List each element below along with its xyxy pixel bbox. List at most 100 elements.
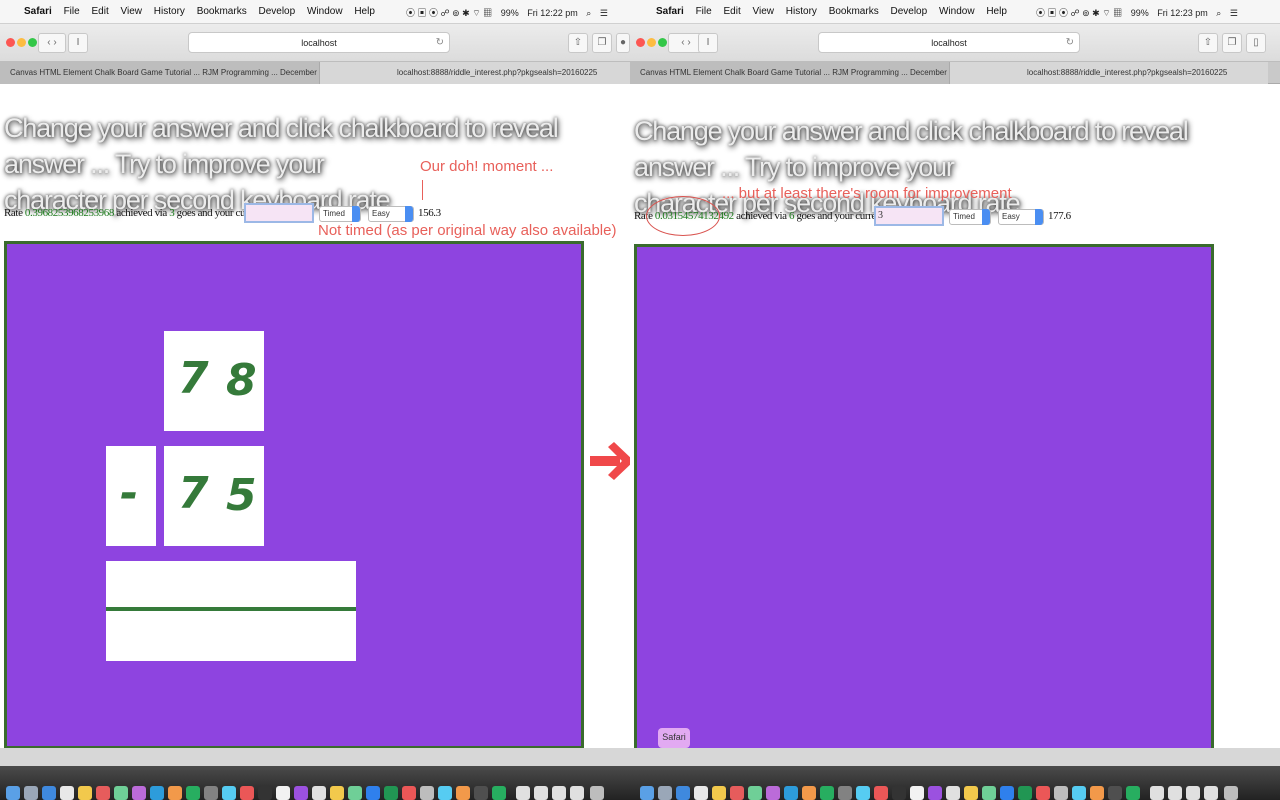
safari-icon[interactable] [42, 786, 56, 800]
difficulty-select[interactable]: Easy [368, 206, 414, 222]
menu-window[interactable]: Window [939, 6, 975, 17]
answer-input[interactable]: 3 [874, 206, 944, 226]
maps-icon[interactable] [748, 786, 762, 800]
tab-chalk-board-tutorial[interactable]: Canvas HTML Element Chalk Board Game Tut… [630, 62, 950, 84]
menu-bookmarks[interactable]: Bookmarks [197, 6, 247, 17]
minimize-window-icon[interactable] [17, 38, 26, 47]
calculator-icon[interactable] [312, 786, 326, 800]
vlc-icon[interactable] [330, 786, 344, 800]
show-tabs-icon[interactable]: ❐ [592, 33, 612, 53]
firefox-icon[interactable] [802, 786, 816, 800]
preview-icon[interactable] [294, 786, 308, 800]
messages-icon[interactable] [438, 786, 452, 800]
terminal-icon[interactable] [892, 786, 906, 800]
spotlight-icon[interactable]: ⌕ [1216, 8, 1221, 19]
share-icon[interactable]: ⇧ [568, 33, 588, 53]
desktop-stack-icon[interactable] [570, 786, 584, 800]
zoom-window-icon[interactable] [658, 38, 667, 47]
back-forward-button[interactable]: ‹ › [38, 33, 66, 53]
zoom-window-icon[interactable] [28, 38, 37, 47]
trash-icon[interactable] [590, 786, 604, 800]
word-icon[interactable] [1000, 786, 1014, 800]
menu-view[interactable]: View [121, 6, 143, 17]
status-icons[interactable]: ⦿ ▣ ⦿ ☍ ⊚ ✱ ⌔ ▦ [406, 6, 492, 19]
extension-icon[interactable]: ● [616, 33, 630, 53]
finder-icon[interactable] [6, 786, 20, 800]
tab-chalk-board-tutorial[interactable]: Canvas HTML Element Chalk Board Game Tut… [0, 62, 320, 84]
menu-file[interactable]: File [64, 6, 80, 17]
textedit-icon[interactable] [910, 786, 924, 800]
address-bar[interactable]: localhost ↻ [818, 32, 1080, 53]
xcode-icon[interactable] [856, 786, 870, 800]
chrome-icon[interactable] [186, 786, 200, 800]
activity-monitor-icon[interactable] [1108, 786, 1122, 800]
notes-icon[interactable] [78, 786, 92, 800]
clock[interactable]: Fri 12:23 pm [1157, 8, 1208, 18]
excel-icon[interactable] [384, 786, 398, 800]
chalkboard-canvas[interactable]: 7 8 - 7 5 [4, 241, 584, 749]
app-store-icon[interactable] [784, 786, 798, 800]
close-window-icon[interactable] [6, 38, 15, 47]
app-store-icon[interactable] [150, 786, 164, 800]
applications-stack-icon[interactable] [1186, 786, 1200, 800]
menu-app-name[interactable]: Safari [656, 6, 684, 17]
xcode-icon[interactable] [222, 786, 236, 800]
finder-icon[interactable] [640, 786, 654, 800]
launchpad-icon[interactable] [658, 786, 672, 800]
menu-window[interactable]: Window [307, 6, 343, 17]
trash-icon[interactable] [1224, 786, 1238, 800]
pages-icon[interactable] [456, 786, 470, 800]
powerpoint-icon[interactable] [402, 786, 416, 800]
sidebar-icon[interactable]: ▯ [1246, 33, 1266, 53]
mail-icon[interactable] [60, 786, 74, 800]
menu-history[interactable]: History [786, 6, 817, 17]
system-preferences-icon[interactable] [204, 786, 218, 800]
tab-localhost[interactable]: localhost:8888/riddle_interest.php?pkgse… [950, 62, 1268, 84]
powerpoint-icon[interactable] [1036, 786, 1050, 800]
itunes-icon[interactable] [766, 786, 780, 800]
clock[interactable]: Fri 12:22 pm [527, 8, 578, 18]
calculator-icon[interactable] [946, 786, 960, 800]
menu-edit[interactable]: Edit [91, 6, 108, 17]
activity-monitor-icon[interactable] [474, 786, 488, 800]
tab-localhost[interactable]: localhost:8888/riddle_interest.php?pkgse… [320, 62, 630, 84]
vlc-icon[interactable] [964, 786, 978, 800]
address-bar[interactable]: localhost ↻ [188, 32, 450, 53]
minimize-window-icon[interactable] [647, 38, 656, 47]
menu-view[interactable]: View [753, 6, 775, 17]
reader-icon[interactable]: I [68, 33, 88, 53]
menu-file[interactable]: File [696, 6, 712, 17]
preview-icon[interactable] [928, 786, 942, 800]
menu-history[interactable]: History [154, 6, 185, 17]
answer-input[interactable] [244, 203, 314, 223]
android-studio-icon[interactable] [982, 786, 996, 800]
share-icon[interactable]: ⇧ [1198, 33, 1218, 53]
launchpad-icon[interactable] [24, 786, 38, 800]
menu-develop[interactable]: Develop [258, 6, 295, 17]
firefox-icon[interactable] [168, 786, 182, 800]
timing-mode-select[interactable]: Timed [949, 209, 991, 225]
spotlight-icon[interactable]: ⌕ [586, 8, 591, 19]
menu-edit[interactable]: Edit [723, 6, 740, 17]
timing-mode-select[interactable]: Timed [319, 206, 361, 222]
reload-icon[interactable]: ↻ [436, 33, 444, 53]
excel-icon[interactable] [1018, 786, 1032, 800]
chalkboard-canvas[interactable] [634, 244, 1214, 752]
facetime-icon[interactable] [492, 786, 506, 800]
filezilla-icon[interactable] [874, 786, 888, 800]
difficulty-select[interactable]: Easy [998, 209, 1044, 225]
reload-icon[interactable]: ↻ [1066, 33, 1074, 53]
photos-icon[interactable] [420, 786, 434, 800]
safari-icon[interactable] [676, 786, 690, 800]
show-tabs-icon[interactable]: ❐ [1222, 33, 1242, 53]
filezilla-icon[interactable] [240, 786, 254, 800]
menu-bookmarks[interactable]: Bookmarks [829, 6, 879, 17]
photos-icon[interactable] [1054, 786, 1068, 800]
terminal-icon[interactable] [258, 786, 272, 800]
reader-icon[interactable]: I [698, 33, 718, 53]
maps-icon[interactable] [114, 786, 128, 800]
pages-icon[interactable] [1090, 786, 1104, 800]
status-icons[interactable]: ⦿ ▣ ⦿ ☍ ⊚ ✱ ⌔ ▦ [1036, 6, 1122, 19]
android-studio-icon[interactable] [348, 786, 362, 800]
documents-stack-icon[interactable] [1168, 786, 1182, 800]
